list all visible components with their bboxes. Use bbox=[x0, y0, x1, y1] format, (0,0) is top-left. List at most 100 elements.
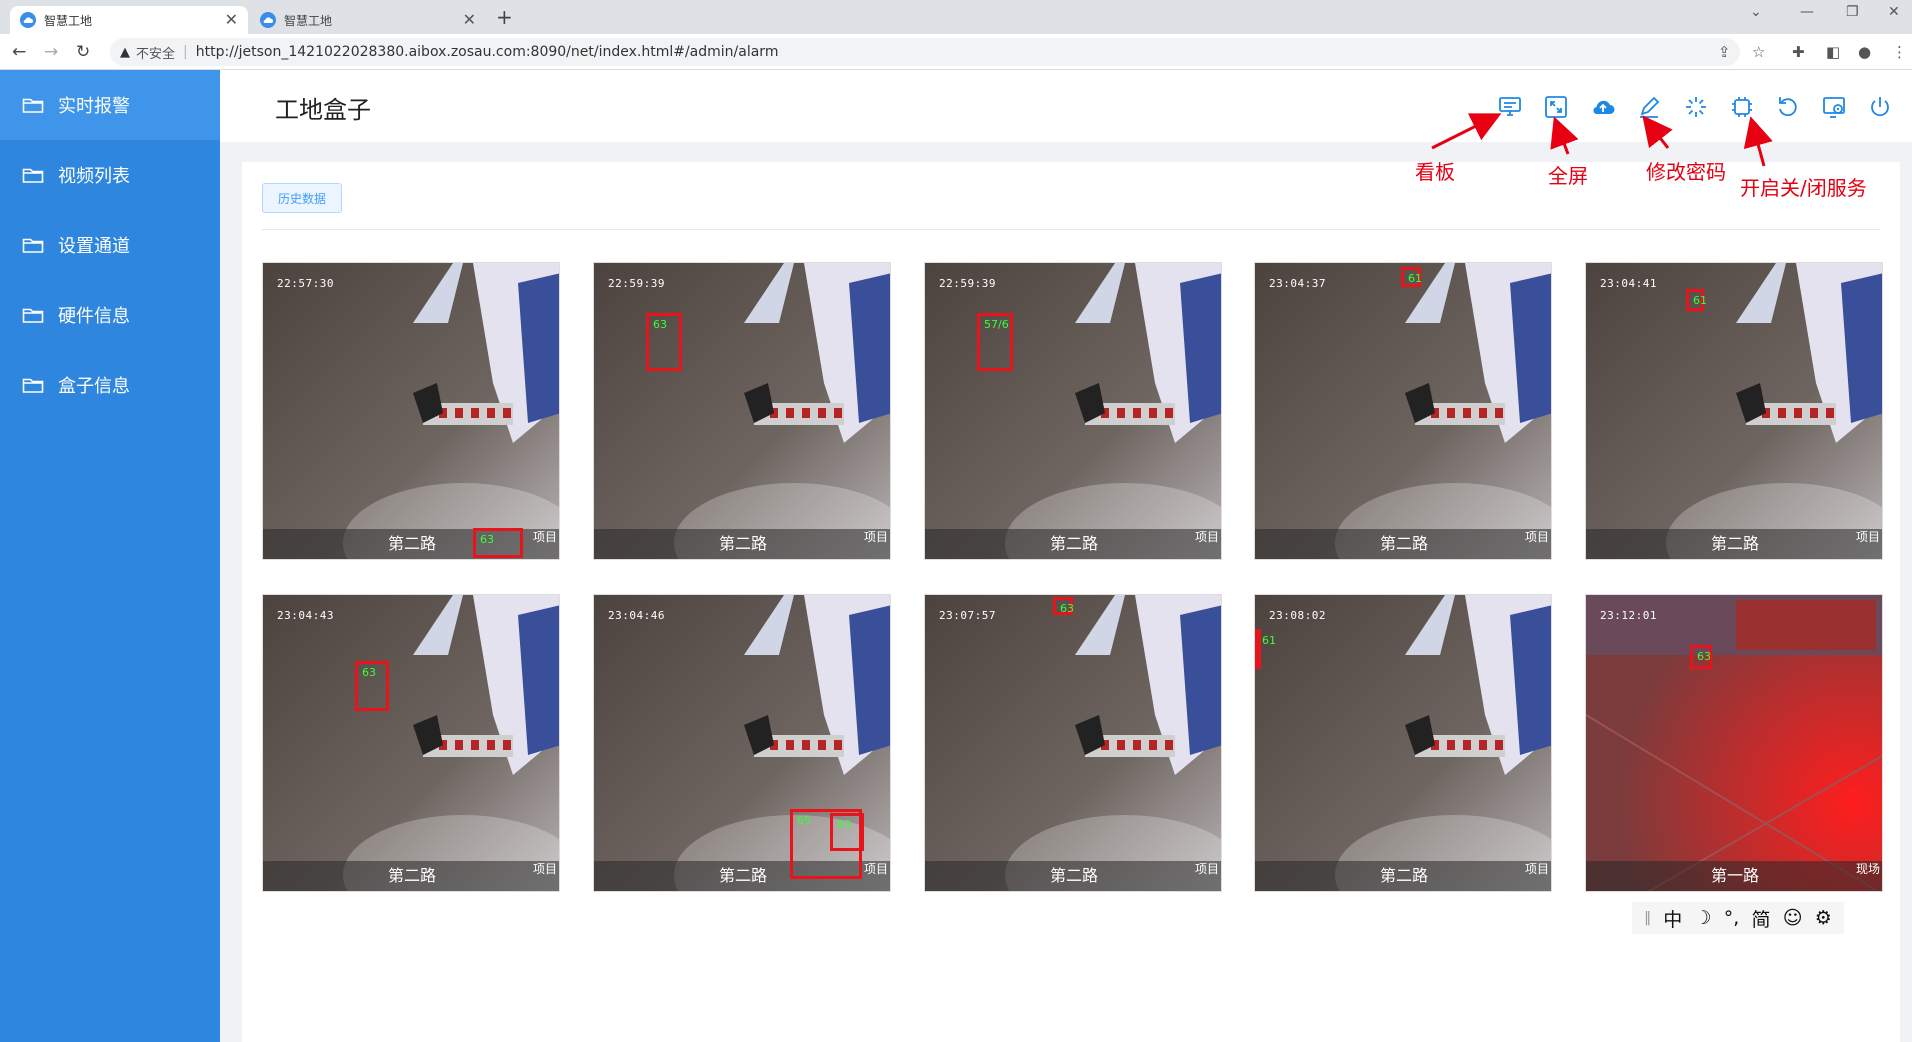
detection-score: 63 bbox=[837, 818, 851, 831]
project-corner-label: 项目 bbox=[532, 530, 557, 544]
channel-label: 第二路 bbox=[1710, 534, 1759, 553]
sidebar-item-realtime-alarm[interactable]: 实时报警 bbox=[0, 70, 220, 140]
browser-tab-active[interactable]: 智慧工地 ✕ bbox=[10, 6, 248, 34]
channel-label: 第二路 bbox=[387, 866, 436, 885]
sidebar-item-label: 设置通道 bbox=[58, 236, 130, 257]
project-corner-label: 现场 bbox=[1855, 862, 1880, 876]
channel-label: 第二路 bbox=[1049, 534, 1098, 553]
back-icon[interactable]: ← bbox=[12, 42, 26, 62]
detection-box: 61 bbox=[1255, 629, 1276, 669]
alarm-timestamp: 23:04:37 bbox=[1269, 277, 1326, 290]
cloud-favicon-icon bbox=[20, 12, 36, 28]
tab-title: 智慧工地 bbox=[44, 13, 93, 28]
profile-icon[interactable]: ● bbox=[1858, 43, 1871, 61]
alarm-image-card[interactable]: 23:04:46 第二路 项目 65 63 bbox=[593, 594, 891, 892]
detection-score: 61 bbox=[1262, 634, 1276, 647]
folder-icon bbox=[22, 238, 44, 253]
channel-label: 第二路 bbox=[1379, 534, 1428, 553]
detection-score: 63 bbox=[480, 533, 494, 546]
alarm-image-card[interactable]: 22:57:30 第二路 项目 63 bbox=[262, 262, 560, 560]
detection-box: 63 bbox=[355, 661, 389, 711]
address-separator: | bbox=[183, 44, 188, 60]
sidebar-item-label: 实时报警 bbox=[58, 96, 130, 117]
project-corner-label: 项目 bbox=[863, 530, 888, 544]
project-corner-label: 项目 bbox=[532, 862, 557, 876]
ime-chinese-mode[interactable]: 中 bbox=[1663, 905, 1682, 932]
project-corner-label: 项目 bbox=[1524, 862, 1549, 876]
detection-box: 61 bbox=[1401, 267, 1422, 287]
detection-score: 65 bbox=[797, 814, 811, 827]
detection-box: 63 bbox=[1690, 645, 1712, 669]
tab-search-icon[interactable]: ⌄ bbox=[1750, 4, 1762, 20]
detection-score: 63 bbox=[362, 666, 376, 679]
project-corner-label: 项目 bbox=[1194, 862, 1219, 876]
page-title: 工地盒子 bbox=[275, 96, 371, 124]
folder-icon bbox=[22, 168, 44, 183]
sidebar-item-box-info[interactable]: 盒子信息 bbox=[0, 350, 220, 420]
ime-handle[interactable]: ‖ bbox=[1644, 910, 1651, 926]
close-tab-icon[interactable]: ✕ bbox=[463, 11, 476, 29]
alarm-timestamp: 22:57:30 bbox=[277, 277, 334, 290]
ime-emoji-icon[interactable]: ☺ bbox=[1783, 907, 1803, 929]
detection-score: 61 bbox=[1693, 294, 1707, 307]
alarm-image-card[interactable]: 22:59:39 第二路 项目 63 bbox=[593, 262, 891, 560]
alarm-timestamp: 23:12:01 bbox=[1600, 609, 1657, 622]
alarm-timestamp: 23:07:57 bbox=[939, 609, 996, 622]
close-window-icon[interactable]: ✕ bbox=[1888, 4, 1900, 20]
sidebar-item-video-list[interactable]: 视频列表 bbox=[0, 140, 220, 210]
channel-label: 第二路 bbox=[718, 534, 767, 553]
browser-toolbar: ← → ↻ ▲ 不安全 | http://jetson_142102202838… bbox=[0, 34, 1912, 70]
project-corner-label: 项目 bbox=[1194, 530, 1219, 544]
folder-icon bbox=[22, 308, 44, 323]
project-corner-label: 项目 bbox=[863, 862, 888, 876]
history-data-button[interactable]: 历史数据 bbox=[262, 183, 342, 213]
annotation-arrows bbox=[1431, 113, 1773, 167]
detection-box: 63 bbox=[830, 813, 864, 851]
url-text: http://jetson_1421022028380.aibox.zosau.… bbox=[195, 44, 779, 60]
security-label: 不安全 bbox=[136, 46, 176, 62]
browser-tabstrip: 智慧工地 ✕ 智慧工地 ✕ + ⌄ — ❐ ✕ bbox=[0, 0, 1912, 34]
sidebar-item-hardware-info[interactable]: 硬件信息 bbox=[0, 280, 220, 350]
ime-toolbar: ‖ 中 ☽ °, 简 ☺ ⚙ bbox=[1632, 902, 1844, 934]
extensions-icon[interactable]: ✚ bbox=[1792, 43, 1805, 61]
alarm-image-card[interactable]: 23:12:01 第一路 现场 63 bbox=[1585, 594, 1883, 892]
alarm-timestamp: 23:08:02 bbox=[1269, 609, 1326, 622]
channel-label: 第一路 bbox=[1710, 866, 1759, 885]
sidebar-item-label: 视频列表 bbox=[58, 166, 130, 187]
detection-score: 63 bbox=[1060, 602, 1074, 615]
address-bar[interactable]: ▲ 不安全 | http://jetson_1421022028380.aibo… bbox=[110, 38, 1740, 66]
alarm-image-card[interactable]: 23:08:02 第二路 项目 61 bbox=[1254, 594, 1552, 892]
ime-moon-icon[interactable]: ☽ bbox=[1695, 907, 1712, 929]
alarm-timestamp: 23:04:46 bbox=[608, 609, 665, 622]
forward-icon[interactable]: → bbox=[44, 42, 58, 62]
channel-label: 第二路 bbox=[1379, 866, 1428, 885]
menu-icon[interactable]: ⋮ bbox=[1892, 43, 1907, 61]
alarm-image-card[interactable]: 23:04:37 第二路 项目 61 bbox=[1254, 262, 1552, 560]
alarm-image-card[interactable]: 22:59:39 第二路 项目 57/6 bbox=[924, 262, 1222, 560]
minimize-icon[interactable]: — bbox=[1800, 4, 1814, 20]
share-icon[interactable]: ⇪ bbox=[1718, 43, 1731, 61]
sidebar: 实时报警 视频列表 设置通道 硬件信息 盒子信息 bbox=[0, 70, 220, 1042]
detection-box: 63 bbox=[646, 313, 682, 371]
ime-punctuation-icon[interactable]: °, bbox=[1724, 907, 1740, 929]
restore-icon[interactable]: ❐ bbox=[1846, 4, 1859, 20]
detection-box: 63 bbox=[1053, 597, 1074, 615]
alarm-image-card[interactable]: 23:07:57 第二路 项目 63 bbox=[924, 594, 1222, 892]
folder-icon bbox=[22, 98, 44, 113]
side-panel-icon[interactable]: ◧ bbox=[1826, 43, 1840, 61]
close-tab-icon[interactable]: ✕ bbox=[225, 11, 238, 29]
detection-box: 57/6 bbox=[977, 313, 1013, 371]
alarm-image-card[interactable]: 23:04:41 第二路 项目 61 bbox=[1585, 262, 1883, 560]
divider bbox=[262, 229, 1880, 230]
ime-settings-icon[interactable]: ⚙ bbox=[1815, 907, 1832, 929]
bookmark-star-icon[interactable]: ☆ bbox=[1752, 43, 1765, 61]
browser-tab[interactable]: 智慧工地 ✕ bbox=[250, 6, 486, 34]
reload-icon[interactable]: ↻ bbox=[76, 42, 90, 62]
alarm-image-card[interactable]: 23:04:43 第二路 项目 63 bbox=[262, 594, 560, 892]
detection-box: 61 bbox=[1686, 289, 1707, 311]
new-tab-button[interactable]: + bbox=[496, 5, 513, 29]
alarm-timestamp: 22:59:39 bbox=[939, 277, 996, 290]
channel-label: 第二路 bbox=[1049, 866, 1098, 885]
sidebar-item-channel-settings[interactable]: 设置通道 bbox=[0, 210, 220, 280]
ime-simplified-mode[interactable]: 简 bbox=[1752, 905, 1771, 932]
